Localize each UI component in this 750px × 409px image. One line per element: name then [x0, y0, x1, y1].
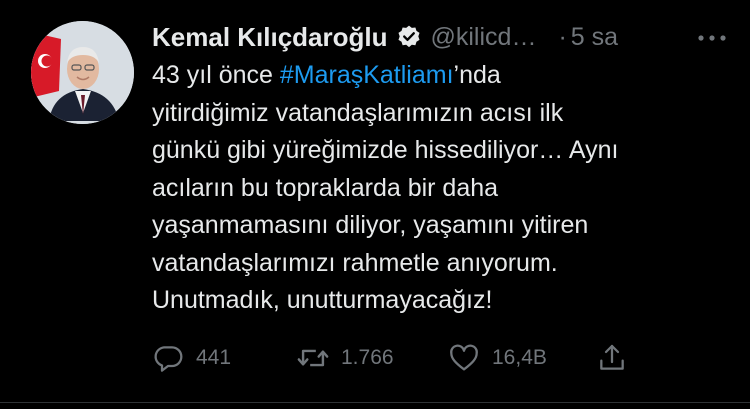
share-button[interactable] [594, 338, 630, 378]
tweet-text-segment: 43 yıl önce [152, 61, 280, 89]
tweet[interactable]: Kemal Kılıçdaroğlu @kilicd… · 5 sa 43 yı… [0, 0, 750, 409]
reply-button[interactable]: 441 [150, 338, 231, 378]
tweet-line: vatandaşlarımızı rahmetle anıyorum. [152, 248, 558, 277]
meta-separator: · [558, 22, 567, 51]
divider [0, 402, 750, 403]
retweet-count: 1.766 [341, 346, 394, 369]
reply-icon [150, 340, 186, 376]
tweet-actions: 441 1.766 16,4B [150, 338, 630, 378]
avatar[interactable] [31, 21, 134, 124]
more-options-icon[interactable] [692, 24, 732, 52]
tweet-line: Unutmadık, unutturmayacağız! [152, 286, 493, 314]
share-icon [594, 340, 630, 376]
tweet-text-segment: ’nda [453, 61, 501, 89]
heart-icon [446, 340, 482, 376]
like-count: 16,4B [492, 346, 547, 369]
tweet-text: 43 yıl önce #MaraşKatliamı’nda yitirdiği… [152, 57, 722, 320]
retweet-icon [295, 340, 331, 376]
tweet-line: 43 yıl önce #MaraşKatliamı’nda [152, 57, 722, 95]
verified-badge-icon [396, 24, 422, 50]
tweet-timestamp[interactable]: 5 sa [571, 23, 618, 52]
tweet-line: yitirdiğimiz vatandaşlarımızın acısı ilk [152, 98, 564, 127]
hashtag-link[interactable]: #MaraşKatliamı [280, 61, 454, 89]
reply-count: 441 [196, 346, 232, 369]
tweet-line: yaşanmamasını diliyor, yaşamını yitiren [152, 211, 589, 239]
author-name[interactable]: Kemal Kılıçdaroğlu [152, 22, 388, 53]
tweet-line: günkü gibi yüreğimizde hissediliyor… Ayn… [152, 136, 619, 164]
tweet-header: Kemal Kılıçdaroğlu @kilicd… · 5 sa [152, 18, 732, 56]
retweet-button[interactable]: 1.766 [295, 338, 394, 378]
like-button[interactable]: 16,4B [446, 338, 547, 378]
tweet-line: acıların bu topraklarda bir daha [152, 173, 499, 202]
author-handle[interactable]: @kilicd… [431, 23, 537, 52]
